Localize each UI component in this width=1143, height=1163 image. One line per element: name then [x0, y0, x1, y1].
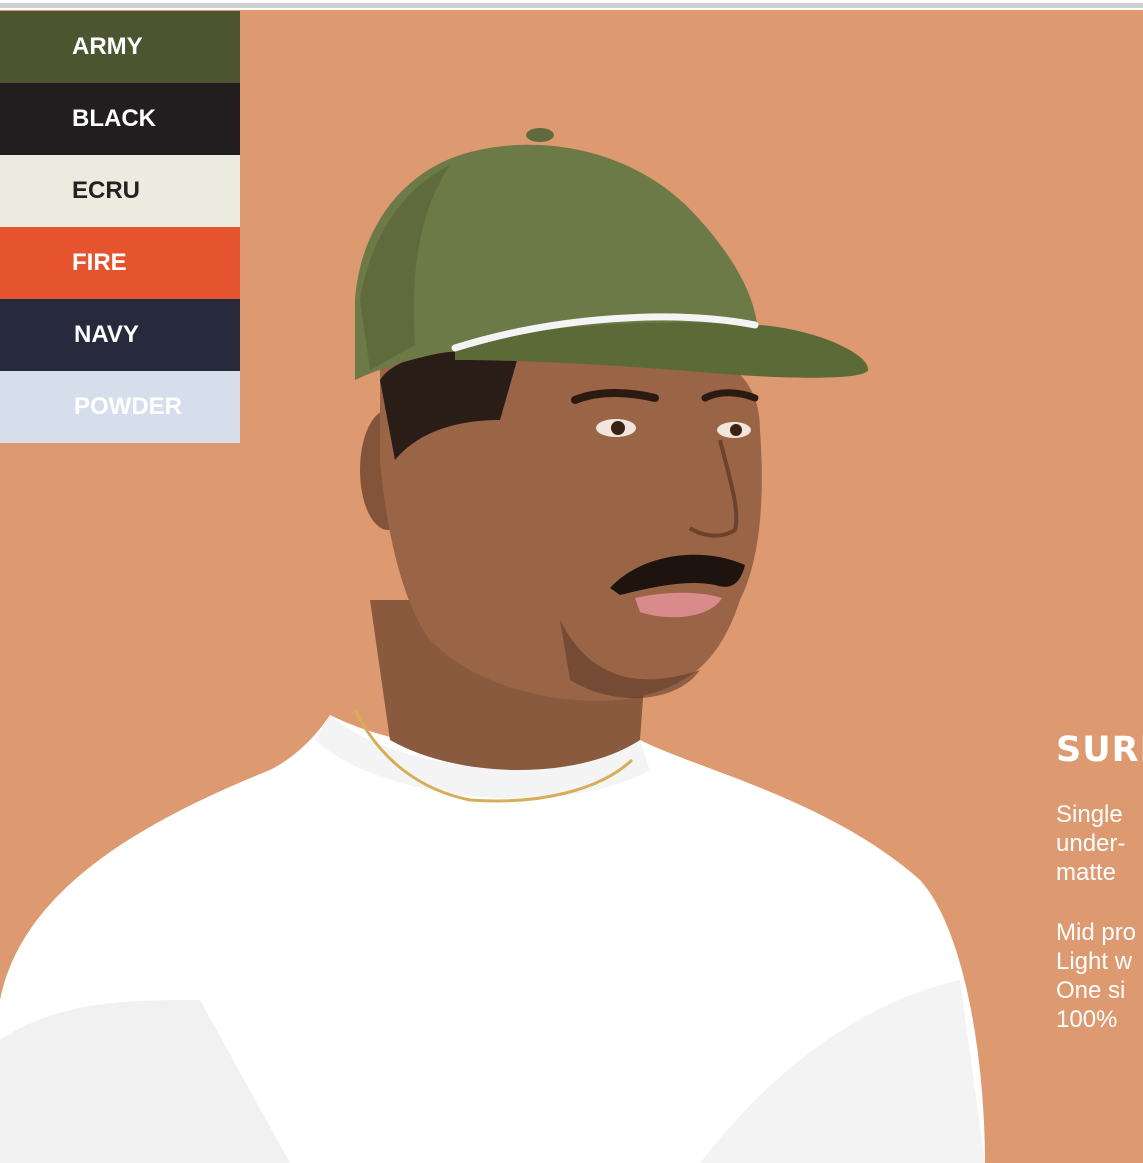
color-swatch-list: ARMY BLACK ECRU FIRE NAVY POWDER: [0, 11, 240, 443]
spec-line: One si: [1056, 977, 1126, 1004]
spec-line: Mid pro: [1056, 919, 1137, 946]
product-specs: Mid pro Light w One si 100%: [1056, 918, 1143, 1034]
product-details: SURI Single under- matte Mid pro Light w…: [1056, 730, 1143, 1034]
swatch-navy[interactable]: NAVY: [0, 299, 240, 371]
description-line: matte: [1056, 859, 1117, 886]
swatch-fire[interactable]: FIRE: [0, 227, 240, 299]
swatch-black[interactable]: BLACK: [0, 83, 240, 155]
swatch-ecru[interactable]: ECRU: [0, 155, 240, 227]
product-title: SURI: [1056, 730, 1143, 770]
spec-line: 100%: [1056, 1006, 1118, 1033]
swatch-army[interactable]: ARMY: [0, 11, 240, 83]
cap-button: [526, 128, 554, 142]
description-line: Single: [1056, 801, 1123, 828]
swatch-powder[interactable]: POWDER: [0, 371, 240, 443]
product-description: Single under- matte: [1056, 800, 1143, 887]
spec-line: Light w: [1056, 948, 1133, 975]
description-line: under-: [1056, 830, 1126, 857]
